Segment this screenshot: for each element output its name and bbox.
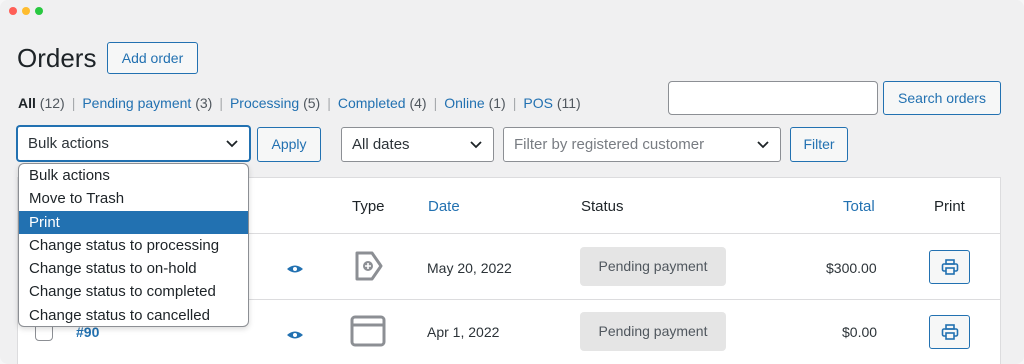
filter-button[interactable]: Filter [790, 127, 848, 162]
printer-icon [941, 259, 958, 275]
status-filter-links: All (12) | Pending payment (3) | Processing … [18, 95, 581, 111]
bulk-option-cancelled[interactable]: Change status to cancelled [19, 304, 248, 326]
order-total: $300.00 [826, 260, 877, 276]
search-orders-input[interactable] [668, 81, 878, 115]
bulk-option-move-to-trash[interactable]: Move to Trash [19, 187, 248, 210]
status-badge: Pending payment [580, 312, 726, 351]
filter-link-processing[interactable]: Processing (5) [230, 95, 320, 111]
separator: | [512, 95, 517, 111]
pos-tag-icon [354, 250, 384, 287]
close-window-button[interactable] [9, 7, 17, 15]
browser-window-icon [350, 315, 386, 352]
column-header-total[interactable]: Total [843, 198, 875, 215]
filter-link-pos[interactable]: POS (11) [523, 95, 580, 111]
column-header-date[interactable]: Date [428, 198, 460, 215]
chevron-down-icon [756, 128, 770, 173]
apply-button[interactable]: Apply [257, 127, 321, 162]
column-header-status: Status [581, 198, 624, 215]
chevron-down-icon [469, 128, 483, 173]
app-window: Orders Add order All (12) | Pending paymen… [0, 0, 1024, 364]
window-titlebar [0, 0, 1024, 22]
bulk-actions-value: Bulk actions [28, 135, 109, 152]
separator: | [433, 95, 438, 111]
column-header-print: Print [934, 198, 965, 215]
preview-eye-icon[interactable] [286, 327, 304, 339]
column-header-type: Type [352, 198, 385, 215]
dates-select[interactable]: All dates [341, 127, 494, 162]
bulk-option-processing[interactable]: Change status to processing [19, 234, 248, 257]
separator: | [327, 95, 331, 111]
print-order-button[interactable] [929, 250, 970, 284]
printer-icon [941, 324, 958, 340]
filter-link-pending-payment[interactable]: Pending payment (3) [82, 95, 212, 111]
dates-value: All dates [352, 136, 410, 153]
bulk-actions-select[interactable]: Bulk actions [17, 126, 250, 161]
minimize-window-button[interactable] [22, 7, 30, 15]
maximize-window-button[interactable] [35, 7, 43, 15]
add-order-button[interactable]: Add order [107, 42, 198, 74]
status-badge: Pending payment [580, 247, 726, 286]
order-date: May 20, 2022 [427, 260, 512, 276]
order-date: Apr 1, 2022 [427, 324, 500, 340]
separator: | [219, 95, 223, 111]
print-order-button[interactable] [929, 315, 970, 349]
separator: | [71, 95, 76, 111]
order-total: $0.00 [842, 324, 878, 340]
search-orders-button[interactable]: Search orders [883, 81, 1001, 115]
bulk-option-on-hold[interactable]: Change status to on-hold [19, 257, 248, 280]
bulk-actions-dropdown: Bulk actions Move to Trash Print Change … [18, 163, 249, 327]
filter-link-all[interactable]: All (12) [18, 95, 65, 111]
page-title: Orders [17, 43, 97, 73]
customer-filter-select[interactable]: Filter by registered customer [503, 127, 781, 162]
filter-link-completed[interactable]: Completed (4) [338, 95, 427, 111]
filter-link-online[interactable]: Online (1) [444, 95, 505, 111]
customer-filter-placeholder: Filter by registered customer [514, 136, 705, 153]
bulk-option-print[interactable]: Print [19, 210, 248, 234]
bulk-option-completed[interactable]: Change status to completed [19, 280, 248, 303]
bulk-option-bulk-actions[interactable]: Bulk actions [19, 164, 248, 187]
preview-eye-icon[interactable] [286, 261, 304, 273]
